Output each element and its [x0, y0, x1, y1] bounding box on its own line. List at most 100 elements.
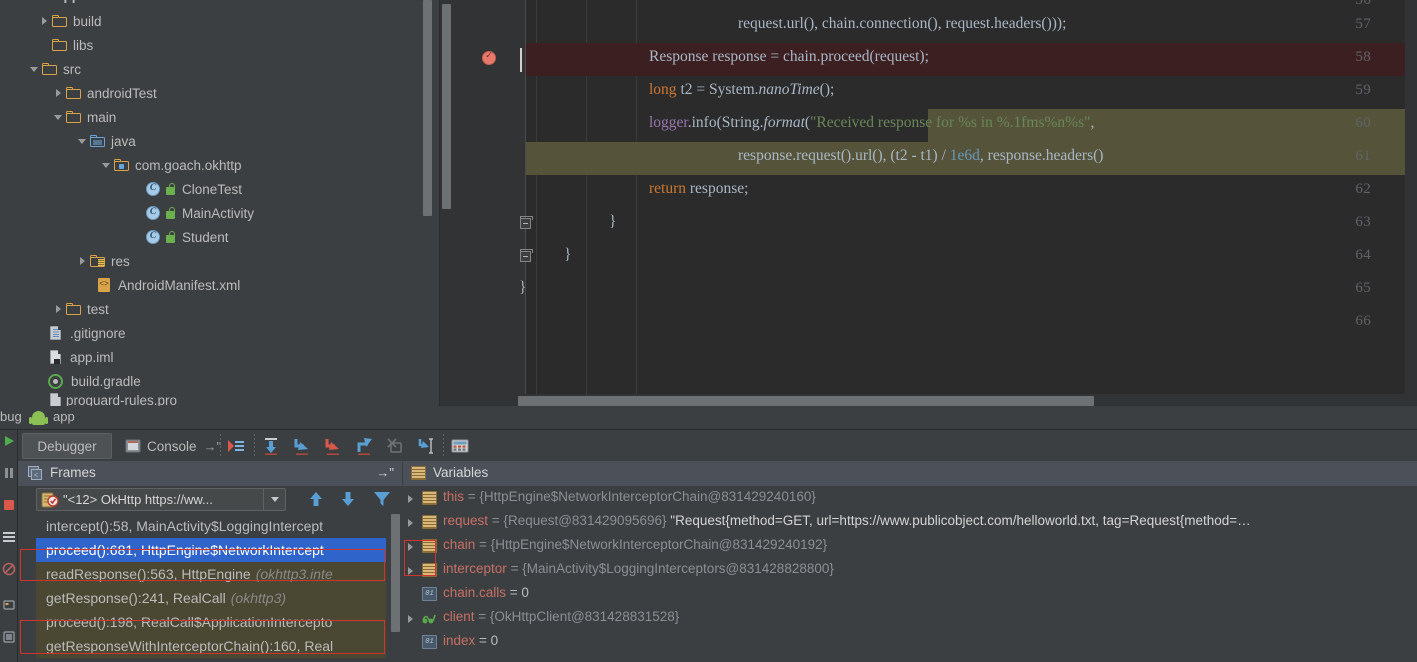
tree-item-student[interactable]: C Student	[146, 225, 229, 249]
text-caret	[520, 48, 522, 72]
chevron-down-icon[interactable]	[74, 129, 90, 153]
frame-method: proceed():198, RealCall$ApplicationInter…	[46, 614, 333, 630]
breakpoint-icon[interactable]	[482, 50, 496, 65]
variables-list[interactable]: this = {HttpEngine$NetworkInterceptorCha…	[403, 486, 1417, 662]
frame-row[interactable]: proceed():198, RealCall$ApplicationInter…	[36, 610, 386, 634]
code-fold-icon[interactable]	[520, 249, 533, 262]
frames-list[interactable]: intercept():58, MainActivity$LoggingInte…	[36, 514, 402, 662]
frame-row[interactable]: getResponseWithInterceptorChain():160, R…	[36, 634, 386, 658]
settings-icon[interactable]	[2, 598, 16, 612]
code-fold-icon[interactable]	[520, 216, 533, 229]
tree-item-label: Student	[182, 229, 229, 245]
detach-arrow-icon[interactable]: →"	[204, 439, 222, 454]
debugger-panel[interactable]: Debugger Console →" < Frames →" "<12> Ok…	[18, 430, 1417, 662]
step-over-icon[interactable]	[261, 436, 281, 456]
view-breakpoints-icon[interactable]	[2, 530, 16, 544]
chevron-right-icon[interactable]	[408, 567, 413, 575]
mute-breakpoints-icon[interactable]	[2, 562, 16, 576]
frame-row[interactable]: getResponse():241, RealCall (okhttp3)	[36, 586, 386, 610]
variable-row-this[interactable]: this = {HttpEngine$NetworkInterceptorCha…	[403, 486, 1417, 510]
tree-item-label: build.gradle	[71, 373, 141, 389]
run-to-cursor-icon[interactable]	[416, 436, 436, 456]
variable-row-index[interactable]: index = 0	[403, 630, 1417, 654]
folder-icon	[52, 39, 67, 51]
evaluate-expression-icon[interactable]	[450, 436, 470, 456]
project-tree-scrollbar[interactable]	[423, 0, 432, 216]
step-out-icon[interactable]	[354, 436, 374, 456]
tree-item-test[interactable]: test	[50, 297, 109, 321]
tree-item-buildgradle[interactable]: build.gradle	[48, 369, 141, 393]
toolbar-separator	[254, 434, 255, 457]
variable-name: client	[443, 609, 475, 624]
variable-row-request[interactable]: request = {Request@831429095696} "Reques…	[403, 510, 1417, 534]
frame-row-selected[interactable]: proceed():681, HttpEngine$NetworkInterce…	[36, 538, 386, 562]
resume-program-icon[interactable]	[2, 434, 16, 448]
frame-row[interactable]: intercept():58, MainActivity$LoggingInte…	[36, 514, 328, 538]
stop-program-icon[interactable]	[2, 498, 16, 512]
variable-row-client[interactable]: client = {OkHttpClient@831428831528}	[403, 606, 1417, 630]
variables-header-label: Variables	[433, 465, 489, 480]
force-step-into-icon[interactable]	[323, 436, 343, 456]
tree-item-gitignore[interactable]: .gitignore	[50, 321, 126, 345]
tree-item-src[interactable]: src	[26, 57, 81, 81]
editor-horizontal-scrollbar[interactable]	[518, 396, 1094, 406]
chevron-down-icon[interactable]	[263, 489, 285, 510]
variable-row-chain-calls[interactable]: chain.calls = 0	[403, 582, 1417, 606]
chevron-right-icon[interactable]	[408, 615, 413, 623]
variable-row-interceptor[interactable]: interceptor = {MainActivity$LoggingInter…	[403, 558, 1417, 582]
chevron-right-icon[interactable]	[408, 543, 413, 551]
code-line-61: response.request().url(), (t2 - t1) / 1e…	[738, 147, 1104, 164]
toolbar-separator	[220, 434, 221, 457]
tree-item-clonetest[interactable]: C CloneTest	[146, 177, 242, 201]
java-class-icon: C	[146, 206, 160, 220]
filter-icon[interactable]	[372, 489, 392, 509]
chevron-right-icon[interactable]	[74, 249, 90, 273]
frame-row[interactable]: readResponse():563, HttpEngine (okhttp3.…	[36, 562, 386, 586]
variable-text: chain = {HttpEngine$NetworkInterceptorCh…	[443, 537, 827, 552]
frames-scrollbar[interactable]	[391, 514, 400, 632]
thread-selector[interactable]: "<12> OkHttp https://ww...	[36, 488, 286, 511]
chevron-right-icon[interactable]	[408, 495, 413, 503]
svg-text:<: <	[34, 473, 38, 480]
tree-item-res[interactable]: res	[74, 249, 130, 273]
chevron-right-icon[interactable]	[408, 519, 413, 527]
tree-item-label: AndroidManifest.xml	[118, 277, 241, 293]
variables-pane[interactable]: Variables this = {HttpEngine$NetworkInte…	[403, 461, 1417, 662]
code-editor[interactable]: 56 57 58 59 60 61 62 63 64 65 66 request…	[440, 0, 1417, 406]
chevron-down-icon[interactable]	[98, 153, 114, 177]
chevron-right-icon[interactable]	[50, 297, 66, 321]
chevron-right-icon[interactable]	[36, 9, 52, 33]
tree-item-proguard[interactable]: proguard-rules.pro	[50, 393, 350, 406]
chevron-down-icon[interactable]	[26, 57, 42, 81]
frames-toolbar[interactable]: "<12> OkHttp https://ww...	[18, 486, 402, 514]
tab-debugger[interactable]: Debugger	[22, 433, 112, 459]
tree-item-androidtest[interactable]: androidTest	[50, 81, 157, 105]
debug-left-toolbar[interactable]	[0, 430, 18, 662]
tree-item-androidmanifest[interactable]: AndroidManifest.xml	[98, 273, 240, 297]
debugger-tab-bar[interactable]: Debugger Console →"	[18, 430, 1417, 461]
tree-item-appiml[interactable]: app.iml	[50, 345, 114, 369]
tree-item-java[interactable]: java	[74, 129, 136, 153]
project-tree-panel[interactable]: app build libs src androidTest	[0, 0, 440, 406]
tree-item-build[interactable]: build	[36, 9, 102, 33]
editor-vertical-scrollbar[interactable]	[442, 4, 451, 209]
chevron-right-icon[interactable]	[50, 81, 66, 105]
editor-marker-strip[interactable]	[1405, 0, 1417, 406]
tab-console[interactable]: Console →"	[116, 433, 230, 459]
tree-item-libs[interactable]: libs	[36, 33, 93, 57]
tree-item-mainactivity[interactable]: C MainActivity	[146, 201, 254, 225]
tree-item-main[interactable]: main	[50, 105, 116, 129]
show-execution-point-icon[interactable]	[226, 436, 246, 456]
pin-tab-icon[interactable]	[2, 630, 16, 644]
frames-down-icon[interactable]	[338, 489, 358, 509]
line-number: 58	[1355, 49, 1371, 65]
frames-up-icon[interactable]	[306, 489, 326, 509]
variable-row-chain[interactable]: chain = {HttpEngine$NetworkInterceptorCh…	[403, 534, 1417, 558]
pause-program-icon[interactable]	[2, 466, 16, 480]
thread-selector-value: "<12> OkHttp https://ww...	[63, 492, 213, 507]
step-into-icon[interactable]	[292, 436, 312, 456]
chevron-down-icon[interactable]	[50, 105, 66, 129]
settings-arrow-icon[interactable]: →"	[376, 465, 394, 480]
frames-pane[interactable]: < Frames →" "<12> OkHttp https://ww... i…	[18, 461, 402, 662]
tree-item-package[interactable]: com.goach.okhttp	[98, 153, 242, 177]
